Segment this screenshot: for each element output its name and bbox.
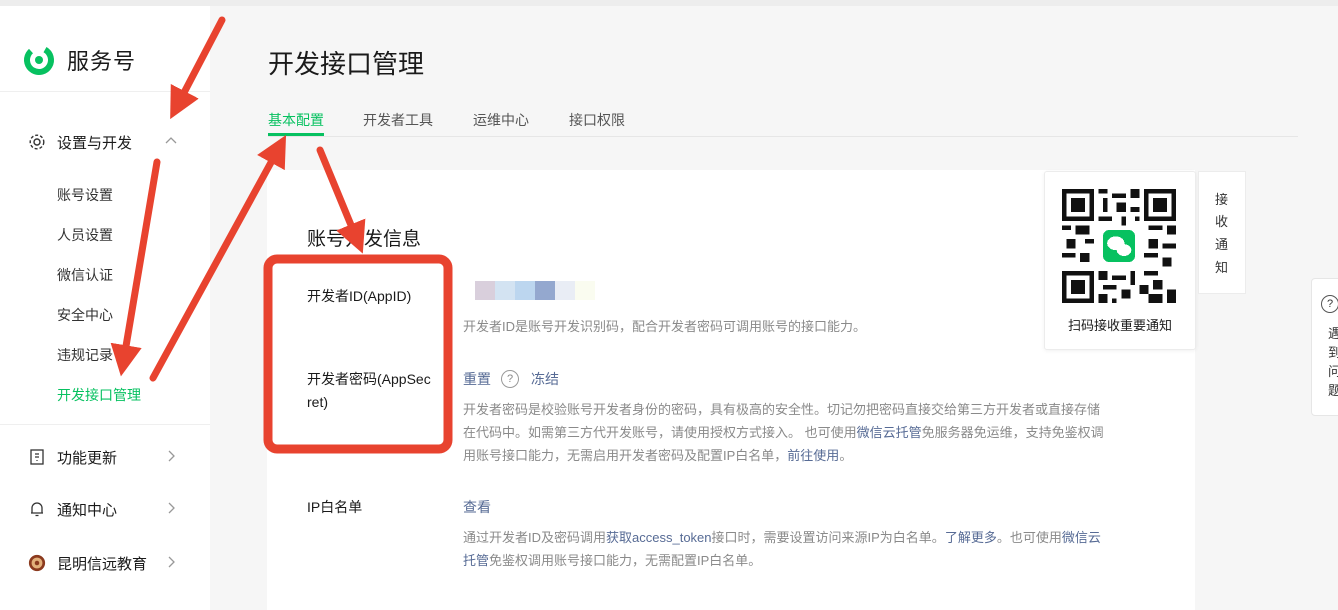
ip-desc-text: 接口时，需要设置访问来源IP为白名单。: [711, 530, 945, 545]
secret-desc-text: 用账号接口能力，无需启用开发者密码及配置IP白名单，: [463, 448, 788, 463]
update-icon: [28, 448, 46, 466]
section-title: 账号开发信息: [307, 229, 422, 250]
tab-ops-center[interactable]: 运维中心: [473, 110, 529, 130]
sidebar: 服务号 设置与开发 账号设置 人员设置 微信认证 安全中心 违规记录 开发接口管…: [0, 6, 210, 610]
receive-tab-char: 知: [1215, 260, 1229, 275]
chevron-up-icon[interactable]: [164, 134, 178, 148]
active-tab-indicator: [268, 133, 324, 136]
sidebar-group-notice-center[interactable]: 通知中心: [28, 497, 188, 521]
sidebar-item-security-center[interactable]: 安全中心: [57, 305, 113, 325]
secret-label: 开发者密码(AppSec ret): [307, 368, 431, 414]
avatar-icon: [28, 554, 46, 572]
tab-bar: 基本配置 开发者工具 运维中心 接口权限: [268, 108, 1298, 137]
sidebar-group-label: 昆明信远教育: [57, 555, 148, 573]
bell-icon: [28, 500, 46, 518]
qr-caption: 扫码接收重要通知: [1067, 318, 1172, 333]
secret-actions: 重置 ? 冻结: [463, 369, 559, 389]
sidebar-group-feature-updates[interactable]: 功能更新: [28, 445, 188, 469]
help-tab-char: 问: [1328, 364, 1338, 379]
question-icon: ?: [1321, 295, 1338, 313]
chevron-right-icon: [168, 502, 175, 514]
receive-tab-char: 通: [1215, 237, 1229, 252]
sidebar-item-violation-records[interactable]: 违规记录: [57, 345, 113, 365]
wechat-cloud-link[interactable]: 微信云: [1062, 530, 1101, 545]
secret-label-line2: ret): [307, 394, 328, 410]
receive-tab-char: 接: [1215, 192, 1229, 207]
sidebar-divider: [0, 91, 210, 92]
ip-whitelist-label: IP白名单: [307, 499, 363, 515]
sidebar-divider: [0, 424, 210, 425]
chevron-right-icon: [168, 556, 175, 568]
help-tab-char: 遇: [1328, 326, 1338, 341]
gear-icon: [28, 133, 46, 151]
ip-desc-text: 通过开发者ID及密码调用: [463, 530, 607, 545]
hosting-link[interactable]: 托管: [463, 553, 489, 568]
secret-desc-text: 在代码中。如需第三方代开发账号，请使用授权方式接入。 也可使用: [463, 425, 857, 440]
appid-label: 开发者ID(AppID): [307, 288, 412, 304]
secret-desc-text: 免服务器免运维，支持免鉴权调: [921, 425, 1104, 440]
appid-value-masked[interactable]: [475, 281, 595, 300]
tab-interface-permissions[interactable]: 接口权限: [569, 110, 625, 130]
sidebar-item-dev-interface[interactable]: 开发接口管理: [57, 385, 141, 405]
sidebar-group-label: 通知中心: [57, 501, 118, 519]
ip-whitelist-description: 通过开发者ID及密码调用获取access_token接口时，需要设置访问来源IP…: [463, 526, 1101, 572]
wechat-cloud-hosting-link[interactable]: 微信云托管: [857, 425, 922, 440]
ip-desc-text: 免鉴权调用账号接口能力，无需配置IP白名单。: [489, 553, 762, 568]
page-title: 开发接口管理: [268, 49, 425, 79]
help-tab-char: 题: [1328, 383, 1338, 398]
view-ip-whitelist-link[interactable]: 查看: [463, 497, 491, 517]
receive-notification-tab[interactable]: 接 收 通 知: [1198, 171, 1246, 294]
freeze-secret-link[interactable]: 冻结: [531, 369, 559, 389]
service-account-logo-icon: [24, 45, 54, 75]
sidebar-group-settings-dev[interactable]: 设置与开发: [28, 130, 188, 154]
get-access-token-link[interactable]: 获取access_token: [606, 530, 712, 545]
appid-description: 开发者ID是账号开发识别码，配合开发者密码可调用账号的接口能力。: [463, 319, 867, 334]
go-use-link[interactable]: 前往使用: [787, 448, 839, 463]
help-tab-char: 到: [1328, 345, 1338, 360]
brand[interactable]: 服务号: [22, 40, 136, 80]
sidebar-group-label: 设置与开发: [57, 134, 133, 152]
qr-notification-panel: 扫码接收重要通知: [1044, 171, 1196, 350]
brand-name: 服务号: [67, 49, 137, 74]
secret-label-line1: 开发者密码(AppSec: [307, 371, 431, 387]
tab-basic-config[interactable]: 基本配置: [268, 110, 324, 130]
sidebar-group-account-profile[interactable]: 昆明信远教育: [28, 551, 188, 575]
sidebar-item-account-settings[interactable]: 账号设置: [57, 185, 113, 205]
ip-desc-text: 。也可使用: [996, 530, 1062, 545]
help-floating-tab[interactable]: ? 遇 到 问 题: [1311, 278, 1338, 416]
qr-code-icon: [1062, 189, 1176, 303]
chevron-right-icon: [168, 450, 175, 462]
question-icon[interactable]: ?: [501, 370, 519, 388]
sidebar-item-staff-settings[interactable]: 人员设置: [57, 225, 113, 245]
sidebar-group-label: 功能更新: [57, 449, 118, 467]
reset-secret-link[interactable]: 重置: [463, 369, 491, 389]
secret-desc-line1: 开发者密码是校验账号开发者身份的密码，具有极高的安全性。切记勿把密码直接交给第三…: [463, 402, 1101, 417]
secret-desc-text: 。: [839, 448, 853, 463]
tab-dev-tools[interactable]: 开发者工具: [363, 110, 433, 130]
learn-more-link[interactable]: 了解更多: [945, 530, 997, 545]
receive-tab-char: 收: [1215, 214, 1229, 229]
secret-description: 开发者密码是校验账号开发者身份的密码，具有极高的安全性。切记勿把密码直接交给第三…: [463, 398, 1104, 467]
sidebar-item-wechat-verify[interactable]: 微信认证: [57, 265, 113, 285]
